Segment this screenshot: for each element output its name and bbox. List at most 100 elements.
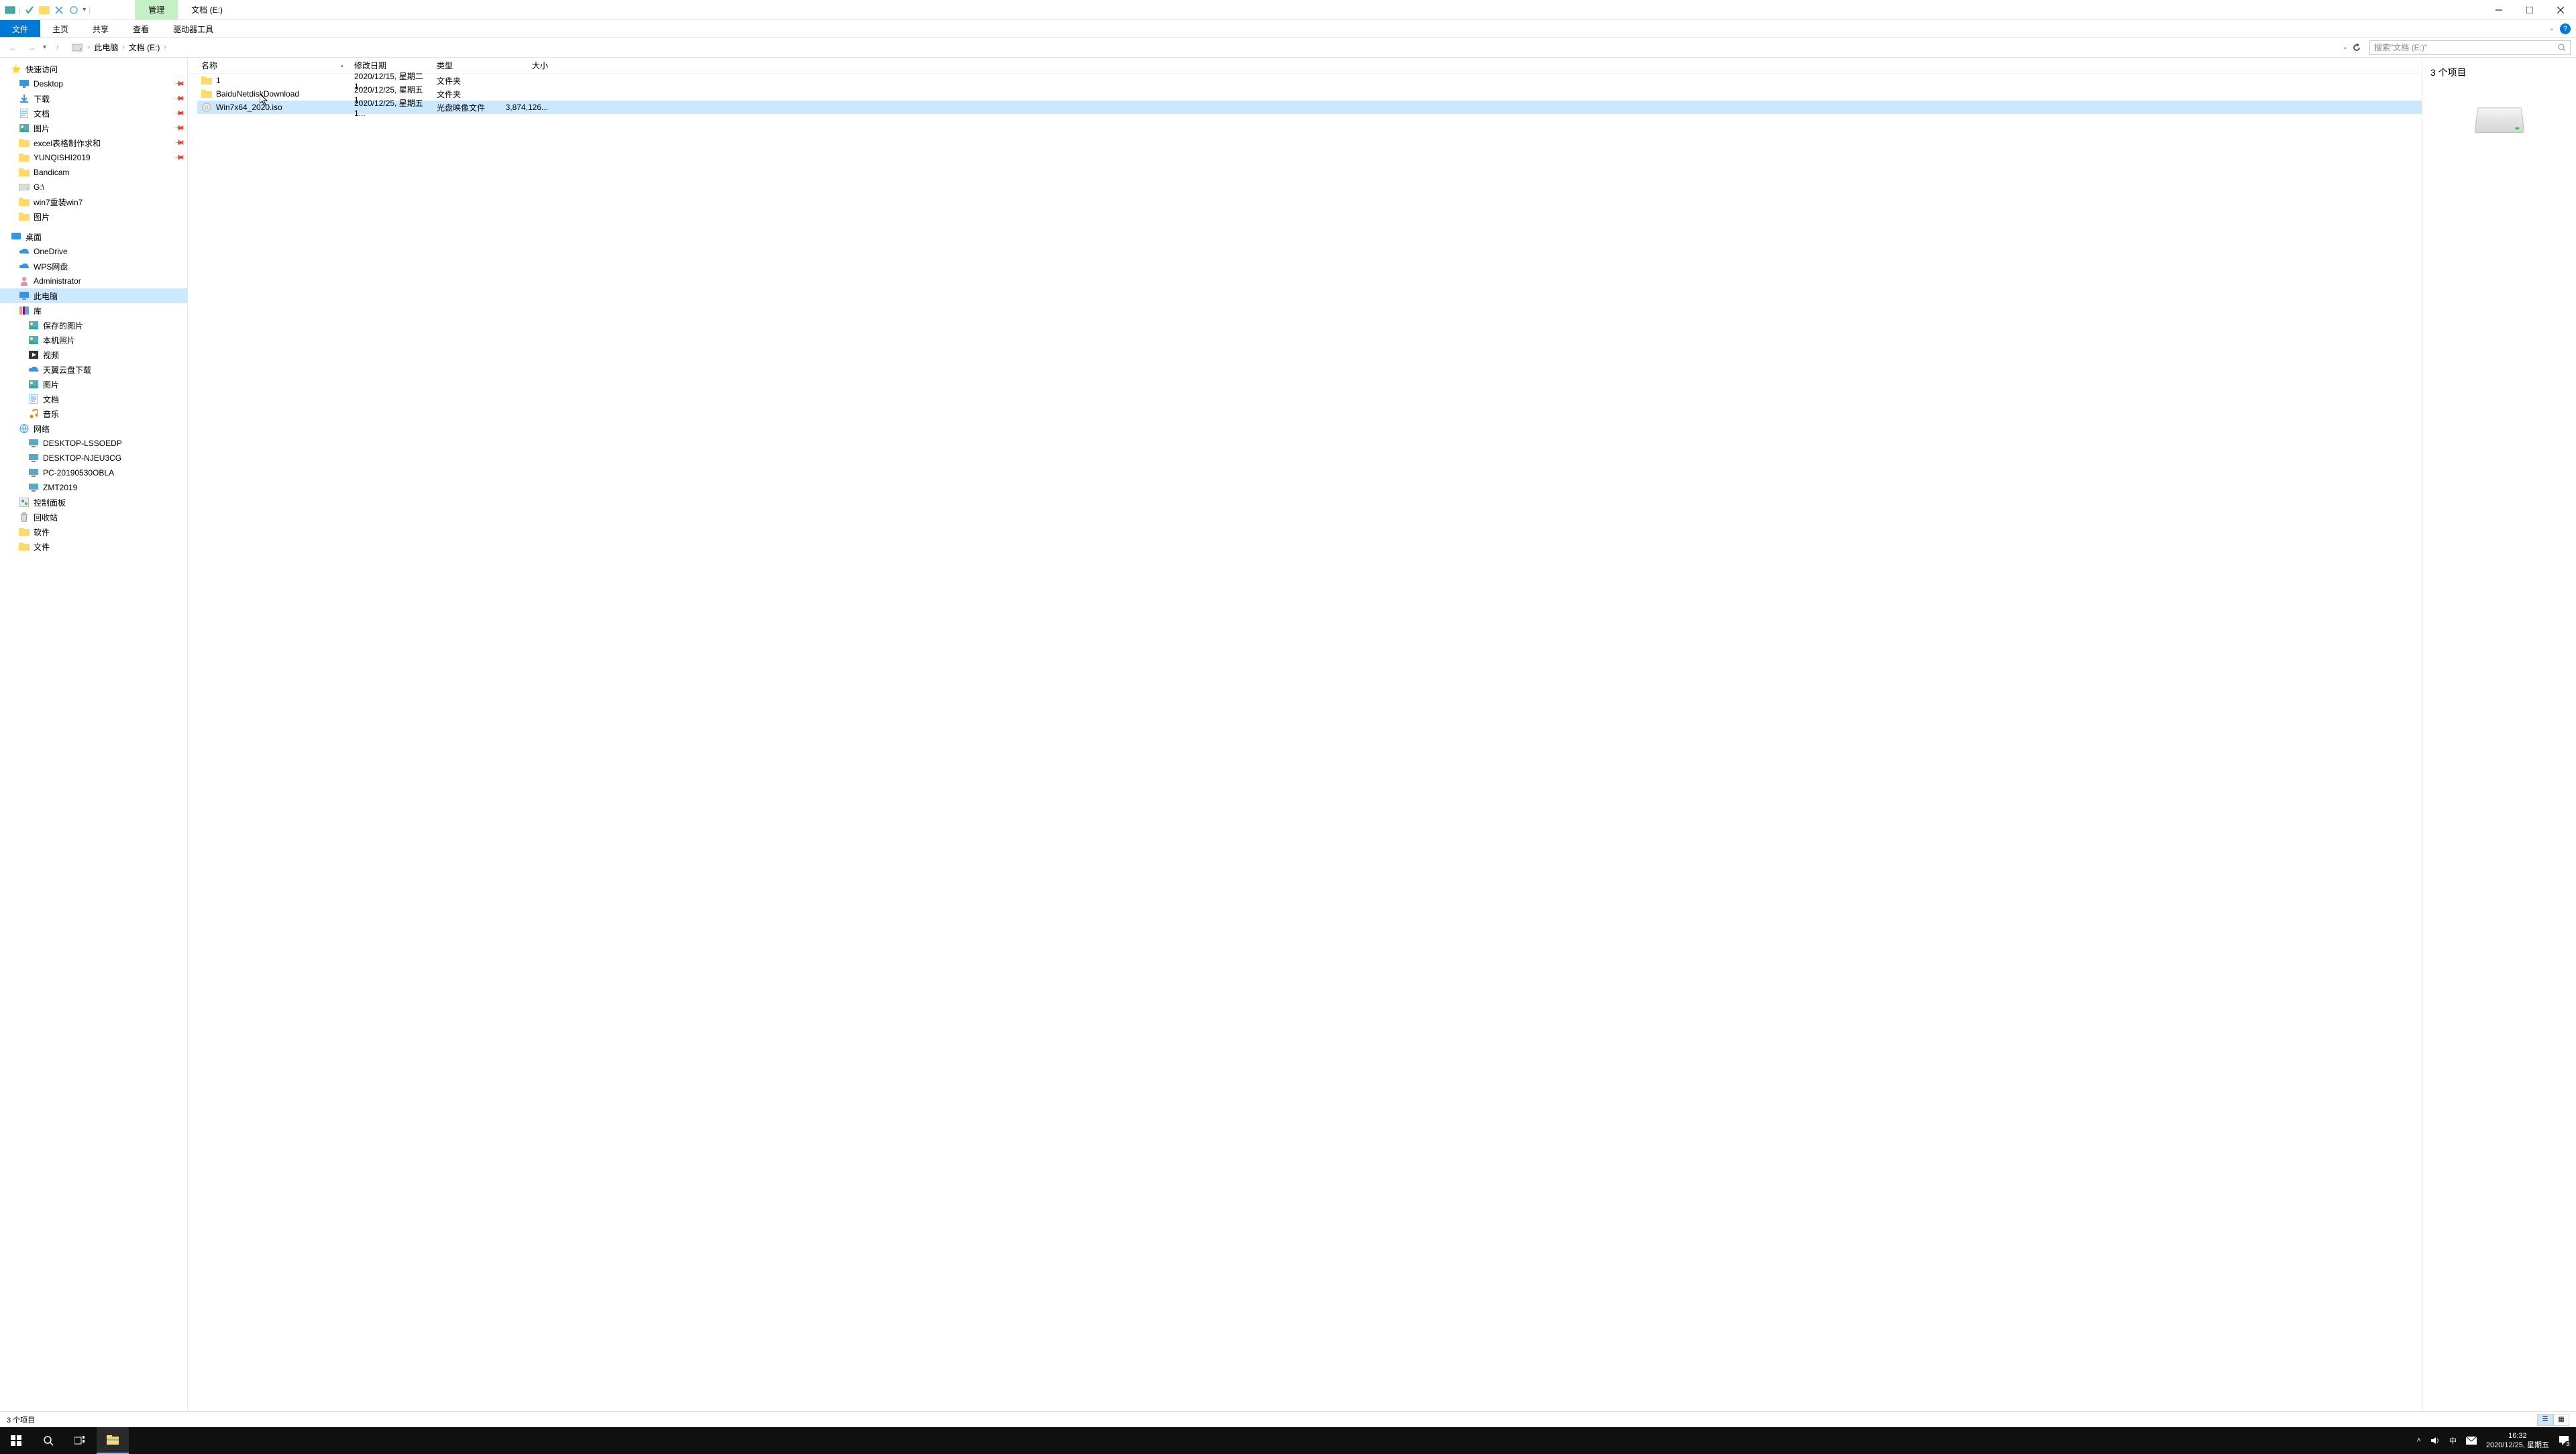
search-input[interactable]: 搜索"文档 (E:)" bbox=[2369, 40, 2571, 55]
nav-item-label: PC-20190530OBLA bbox=[43, 468, 114, 478]
clock[interactable]: 16:32 2020/12/25, 星期五 bbox=[2486, 1431, 2549, 1450]
nav-item-label: OneDrive bbox=[34, 247, 68, 256]
file-rows[interactable]: 12020/12/15, 星期二 1...文件夹BaiduNetdiskDown… bbox=[188, 74, 2422, 114]
header-date[interactable]: 修改日期 bbox=[350, 60, 433, 71]
nav-item[interactable]: 文档📌 bbox=[0, 106, 187, 121]
header-name[interactable]: 名称▴ bbox=[197, 60, 350, 71]
action-center-icon[interactable]: 3 bbox=[2559, 1435, 2569, 1446]
tab-home[interactable]: 主页 bbox=[40, 20, 80, 37]
nav-item-label: excel表格制作求和 bbox=[34, 137, 101, 149]
close-button[interactable] bbox=[2545, 0, 2576, 19]
up-button[interactable]: ↑ bbox=[50, 40, 65, 55]
nav-item[interactable]: DESKTOP-LSSOEDP bbox=[0, 436, 187, 451]
nav-item[interactable]: 本机照片 bbox=[0, 333, 187, 347]
breadcrumb[interactable]: › 此电脑 › 文档 (E:) › bbox=[69, 40, 2339, 55]
search-button[interactable] bbox=[32, 1427, 64, 1454]
nav-item[interactable]: 下载📌 bbox=[0, 91, 187, 106]
nav-item[interactable]: Bandicam bbox=[0, 165, 187, 180]
header-size[interactable]: 大小 bbox=[501, 60, 555, 71]
nav-item[interactable]: DESKTOP-NJEU3CG bbox=[0, 451, 187, 465]
mail-icon[interactable] bbox=[2466, 1437, 2477, 1445]
forward-button[interactable]: → bbox=[24, 40, 39, 55]
nav-item[interactable]: G:\ bbox=[0, 180, 187, 194]
qat-dropdown-icon[interactable]: ▾ bbox=[83, 6, 86, 13]
address-bar: ← → ▾ ↑ › 此电脑 › 文档 (E:) › ⌄ 搜索"文档 (E:)" bbox=[0, 38, 2576, 58]
nav-item[interactable]: 图片 bbox=[0, 377, 187, 392]
tab-drive-tools[interactable]: 驱动器工具 bbox=[161, 20, 225, 37]
start-button[interactable] bbox=[0, 1427, 32, 1454]
crumb-drive[interactable]: 文档 (E:) bbox=[126, 40, 163, 54]
header-type[interactable]: 类型 bbox=[433, 60, 501, 71]
folder-icon bbox=[201, 75, 212, 86]
volume-icon[interactable] bbox=[2430, 1436, 2440, 1445]
nav-item-label: YUNQISHI2019 bbox=[34, 153, 91, 162]
nav-item[interactable]: 图片 bbox=[0, 209, 187, 224]
videos-icon bbox=[28, 349, 39, 360]
maximize-button[interactable] bbox=[2514, 0, 2545, 19]
nav-item-label: Administrator bbox=[34, 276, 81, 286]
tab-share[interactable]: 共享 bbox=[80, 20, 121, 37]
ribbon-expand-icon[interactable]: ⌄ bbox=[2549, 25, 2555, 32]
nav-item[interactable]: 控制面板 bbox=[0, 495, 187, 510]
nav-item[interactable]: 保存的图片 bbox=[0, 318, 187, 333]
saved-pictures-icon bbox=[28, 320, 39, 331]
nav-item[interactable]: 文档 bbox=[0, 392, 187, 406]
network-icon bbox=[19, 423, 30, 434]
nav-item-label: G:\ bbox=[34, 182, 44, 192]
explorer-taskbar-button[interactable] bbox=[97, 1427, 129, 1454]
nav-pane[interactable]: ⭐ 快速访问 Desktop📌下载📌文档📌图片📌excel表格制作求和📌YUNQ… bbox=[0, 58, 188, 1411]
nav-item[interactable]: 网络 bbox=[0, 421, 187, 436]
file-size: 3,874,126... bbox=[501, 103, 555, 112]
help-icon[interactable]: ? bbox=[2560, 23, 2571, 34]
nav-item[interactable]: excel表格制作求和📌 bbox=[0, 135, 187, 150]
nav-item[interactable]: 视频 bbox=[0, 347, 187, 362]
nav-item[interactable]: 图片📌 bbox=[0, 121, 187, 135]
view-icons-button[interactable]: ▦ bbox=[2553, 1414, 2569, 1426]
new-folder-icon[interactable] bbox=[38, 4, 50, 16]
tray-chevron-icon[interactable]: ˄ bbox=[2416, 1437, 2420, 1445]
settings-icon[interactable] bbox=[68, 4, 80, 16]
wps-icon bbox=[19, 261, 30, 272]
back-button[interactable]: ← bbox=[5, 40, 20, 55]
nav-item[interactable]: OneDrive bbox=[0, 244, 187, 259]
nav-item[interactable]: 音乐 bbox=[0, 406, 187, 421]
nav-item[interactable]: win7重装win7 bbox=[0, 194, 187, 209]
file-row[interactable]: Win7x64_2020.iso2020/12/25, 星期五 1...光盘映像… bbox=[197, 101, 2422, 114]
user-icon bbox=[19, 276, 30, 286]
tab-view[interactable]: 查看 bbox=[121, 20, 161, 37]
view-details-button[interactable]: ☰ bbox=[2537, 1414, 2553, 1426]
nav-item[interactable]: 软件 bbox=[0, 524, 187, 539]
nav-item[interactable]: 回收站 bbox=[0, 510, 187, 524]
nav-desktop-section[interactable]: 桌面 bbox=[0, 229, 187, 244]
nav-item[interactable]: Administrator bbox=[0, 274, 187, 288]
nav-item[interactable]: 此电脑 bbox=[0, 288, 187, 303]
nav-item[interactable]: WPS网盘 bbox=[0, 259, 187, 274]
file-name: 1 bbox=[216, 76, 221, 85]
refresh-icon[interactable] bbox=[2352, 43, 2361, 52]
tab-file[interactable]: 文件 bbox=[0, 20, 40, 37]
nav-quick-access[interactable]: ⭐ 快速访问 bbox=[0, 62, 187, 76]
crumb-this-pc[interactable]: 此电脑 bbox=[91, 40, 121, 54]
folder-brand-icon bbox=[19, 152, 30, 163]
file-row[interactable]: BaiduNetdiskDownload2020/12/25, 星期五 1...… bbox=[197, 87, 2422, 101]
task-view-button[interactable] bbox=[64, 1427, 97, 1454]
file-list: 名称▴ 修改日期 类型 大小 12020/12/15, 星期二 1...文件夹B… bbox=[188, 58, 2422, 1411]
contextual-tab[interactable]: 管理 bbox=[135, 0, 178, 19]
nav-item[interactable]: PC-20190530OBLA bbox=[0, 465, 187, 480]
nav-item[interactable]: YUNQISHI2019📌 bbox=[0, 150, 187, 165]
file-row[interactable]: 12020/12/15, 星期二 1...文件夹 bbox=[197, 74, 2422, 87]
minimize-button[interactable] bbox=[2483, 0, 2514, 19]
nav-item[interactable]: 库 bbox=[0, 303, 187, 318]
ime-indicator[interactable]: 中 bbox=[2449, 1435, 2457, 1446]
delete-icon[interactable] bbox=[53, 4, 65, 16]
nav-item-label: 网络 bbox=[34, 423, 50, 435]
nav-item[interactable]: 文件 bbox=[0, 539, 187, 554]
properties-icon[interactable] bbox=[23, 4, 36, 16]
nav-item[interactable]: Desktop📌 bbox=[0, 76, 187, 91]
status-bar: 3 个项目 ☰ ▦ bbox=[0, 1411, 2576, 1427]
nav-item[interactable]: 天翼云盘下载 bbox=[0, 362, 187, 377]
ribbon-tabs: 文件 主页 共享 查看 驱动器工具 ⌄ ? bbox=[0, 20, 2576, 38]
history-dropdown-icon[interactable]: ▾ bbox=[43, 44, 46, 51]
nav-item[interactable]: ZMT2019 bbox=[0, 480, 187, 495]
address-dropdown-icon[interactable]: ⌄ bbox=[2343, 44, 2348, 51]
